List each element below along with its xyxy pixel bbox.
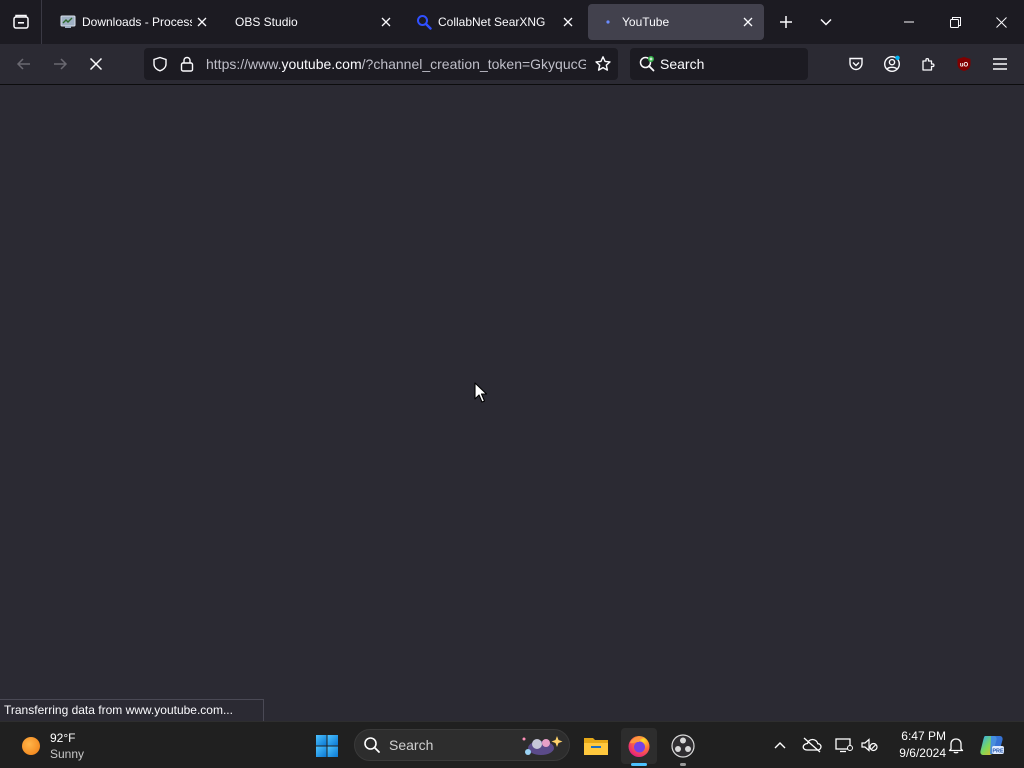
search-highlight-art-icon: [522, 736, 563, 755]
url-bar[interactable]: https://www.youtube.com/?channel_creatio…: [144, 48, 618, 80]
close-icon: [995, 16, 1007, 28]
volume-tray-button[interactable]: [856, 732, 882, 758]
account-icon: [883, 55, 901, 73]
cloud-offline-icon: [802, 737, 822, 753]
volume-muted-icon: [861, 738, 878, 752]
tab-youtube[interactable]: YouTube: [588, 4, 764, 40]
tab-collabnet-searxng[interactable]: CollabNet SearXNG: [404, 4, 584, 40]
file-explorer-icon: [584, 738, 608, 755]
copilot-icon: PRE: [980, 736, 1004, 755]
windows-taskbar: 92°F Sunny Search 6:47 PM 9/6/2024 PRE: [0, 721, 1024, 768]
searxng-icon: [416, 14, 432, 30]
bell-icon: [948, 738, 964, 754]
lock-icon[interactable]: [180, 56, 194, 72]
weather-temperature: 92°F: [50, 731, 76, 745]
puzzle-piece-icon: [922, 57, 935, 71]
stop-button[interactable]: [80, 48, 112, 80]
obs-taskbar-button[interactable]: [665, 728, 701, 766]
onedrive-tray-button[interactable]: [799, 732, 825, 758]
back-button[interactable]: [8, 48, 40, 80]
close-tab-icon[interactable]: [738, 12, 758, 32]
stop-icon: [89, 57, 103, 71]
tab-title: OBS Studio: [235, 15, 298, 29]
hamburger-menu-icon: [993, 58, 1007, 70]
url-text[interactable]: https://www.youtube.com/?channel_creatio…: [206, 48, 586, 80]
plus-icon: [780, 16, 792, 28]
weather-widget[interactable]: 92°F Sunny: [18, 728, 128, 764]
url-path: /?channel_creation_token=GkyqucG: [361, 56, 586, 72]
windows-start-icon: [316, 735, 338, 757]
tab-title: Downloads - Process H: [82, 15, 192, 29]
arrow-right-icon: [54, 58, 68, 70]
url-host: youtube.com: [281, 56, 362, 72]
show-hidden-icons-button[interactable]: [767, 732, 793, 758]
obs-icon: [671, 734, 695, 758]
firefox-view-button[interactable]: [0, 0, 42, 44]
account-button[interactable]: [876, 48, 908, 80]
file-explorer-button[interactable]: [578, 728, 614, 764]
loading-dot-icon: [600, 14, 616, 30]
tab-title: YouTube: [622, 15, 670, 29]
status-panel: Transferring data from www.youtube.com..…: [0, 699, 264, 721]
search-engine-icon: [639, 56, 655, 72]
minimize-button[interactable]: [886, 0, 932, 44]
mouse-cursor-icon: [474, 382, 488, 403]
firefox-taskbar-button[interactable]: [621, 728, 657, 766]
bookmark-star-icon[interactable]: [594, 55, 612, 73]
start-button[interactable]: [309, 728, 345, 764]
url-scheme: https://www.: [206, 56, 282, 72]
svg-text:uO: uO: [960, 63, 969, 69]
weather-condition: Sunny: [50, 747, 85, 761]
search-bar[interactable]: Search: [630, 48, 808, 80]
running-app-indicator: [680, 763, 686, 766]
chevron-up-icon: [774, 742, 786, 749]
shield-icon[interactable]: [152, 56, 168, 72]
restore-icon: [949, 16, 961, 28]
tab-strip: Downloads - Process H OBS Studio CollabN…: [0, 0, 1024, 44]
clock-time: 6:47 PM: [901, 729, 946, 743]
tab-downloads-process-hacker[interactable]: Downloads - Process H: [48, 4, 218, 40]
active-app-indicator: [631, 763, 647, 766]
tab-obs-studio[interactable]: OBS Studio: [222, 4, 402, 40]
extensions-button[interactable]: [912, 48, 944, 80]
copilot-button[interactable]: PRE: [978, 731, 1006, 759]
process-hacker-icon: [60, 14, 76, 30]
taskbar-search-placeholder: Search: [389, 737, 434, 753]
close-tab-icon[interactable]: [376, 12, 396, 32]
display-tray-button[interactable]: [831, 732, 857, 758]
new-tab-button[interactable]: [768, 4, 804, 40]
close-tab-icon[interactable]: [558, 12, 578, 32]
taskbar-search-box[interactable]: Search: [354, 729, 570, 761]
ublock-origin-icon: uO: [957, 57, 971, 71]
network-display-icon: [835, 738, 853, 753]
restore-button[interactable]: [932, 0, 978, 44]
clock-date: 9/6/2024: [899, 746, 946, 760]
close-tab-icon[interactable]: [192, 12, 212, 32]
svg-text:PRE: PRE: [992, 749, 1004, 755]
list-all-tabs-button[interactable]: [808, 4, 844, 40]
firefox-icon: [628, 736, 650, 757]
forward-button[interactable]: [44, 48, 76, 80]
notifications-button[interactable]: [943, 732, 969, 758]
search-icon: [364, 737, 380, 753]
pocket-button[interactable]: [840, 48, 872, 80]
firefox-view-icon: [12, 14, 29, 29]
app-menu-button[interactable]: [984, 48, 1016, 80]
chevron-down-icon: [820, 18, 832, 26]
page-content: [0, 85, 1024, 721]
system-clock[interactable]: 6:47 PM 9/6/2024: [884, 728, 946, 762]
ublock-origin-button[interactable]: uO: [948, 48, 980, 80]
sun-icon: [22, 737, 40, 755]
close-window-button[interactable]: [978, 0, 1024, 44]
pocket-icon: [849, 57, 863, 71]
tab-title: CollabNet SearXNG: [438, 15, 546, 29]
search-placeholder: Search: [660, 56, 705, 72]
navigation-toolbar: https://www.youtube.com/?channel_creatio…: [0, 44, 1024, 85]
minimize-icon: [904, 21, 914, 23]
arrow-left-icon: [16, 58, 30, 70]
